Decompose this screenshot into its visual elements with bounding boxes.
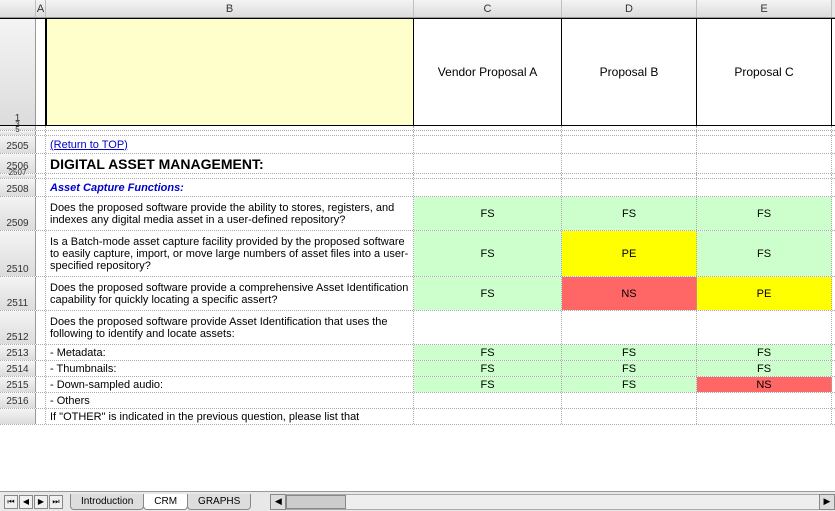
val-2513-c[interactable]: FS <box>414 345 562 360</box>
row-2510: 2510 Is a Batch-mode asset capture facil… <box>0 231 835 277</box>
question-2514[interactable]: - Thumbnails: <box>46 361 414 376</box>
tab-next-icon[interactable]: ▶ <box>34 495 48 509</box>
question-2511[interactable]: Does the proposed software provide a com… <box>46 277 414 310</box>
question-2512[interactable]: Does the proposed software provide Asset… <box>46 311 414 344</box>
row-2511: 2511 Does the proposed software provide … <box>0 277 835 311</box>
col-header-a[interactable]: A <box>36 0 46 17</box>
row-2515: 2515 - Down-sampled audio: FS FS NS <box>0 377 835 393</box>
cell-b1[interactable] <box>46 19 414 125</box>
select-all-corner[interactable] <box>0 0 36 17</box>
row-header-2511[interactable]: 2511 <box>0 277 36 310</box>
question-2516[interactable]: - Others <box>46 393 414 408</box>
val-2515-e[interactable]: NS <box>697 377 832 392</box>
tab-prev-icon[interactable]: ◀ <box>19 495 33 509</box>
header-row: 1 Vendor Proposal A Proposal B Proposal … <box>0 18 835 126</box>
row-header-2507[interactable]: 2507 <box>0 174 36 178</box>
row-header-2509[interactable]: 2509 <box>0 197 36 230</box>
tab-last-icon[interactable]: ⏭ <box>49 495 63 509</box>
tab-graphs[interactable]: GRAPHS <box>187 494 251 510</box>
val-2510-d[interactable]: PE <box>562 231 697 276</box>
tab-first-icon[interactable]: ⏮ <box>4 495 18 509</box>
val-2514-d[interactable]: FS <box>562 361 697 376</box>
val-2511-d[interactable]: NS <box>562 277 697 310</box>
tab-nav: ⏮ ◀ ▶ ⏭ <box>0 495 64 509</box>
horizontal-scrollbar[interactable]: ◀ ▶ <box>270 494 835 510</box>
val-2514-e[interactable]: FS <box>697 361 832 376</box>
question-2509[interactable]: Does the proposed software provide the a… <box>46 197 414 230</box>
tab-crm[interactable]: CRM <box>143 494 188 510</box>
column-headers: A B C D E <box>0 0 835 18</box>
row-header-2515[interactable]: 2515 <box>0 377 36 392</box>
row-2513: 2513 - Metadata: FS FS FS <box>0 345 835 361</box>
row-2506: 2506 DIGITAL ASSET MANAGEMENT: <box>0 154 835 174</box>
col-header-e[interactable]: E <box>697 0 832 17</box>
row-header-2512[interactable]: 2512 <box>0 311 36 344</box>
val-2514-c[interactable]: FS <box>414 361 562 376</box>
cell-e1[interactable]: Proposal C <box>697 19 832 125</box>
section-title[interactable]: DIGITAL ASSET MANAGEMENT: <box>46 154 414 173</box>
return-to-top-cell[interactable]: (Return to TOP) <box>46 136 414 153</box>
row-header-5[interactable]: 5 <box>0 131 36 135</box>
row-2516: 2516 - Others <box>0 393 835 409</box>
cell-c1[interactable]: Vendor Proposal A <box>414 19 562 125</box>
return-to-top-link[interactable]: (Return to TOP) <box>50 139 128 151</box>
question-2515[interactable]: - Down-sampled audio: <box>46 377 414 392</box>
question-2517[interactable]: If "OTHER" is indicated in the previous … <box>46 409 414 424</box>
question-2513[interactable]: - Metadata: <box>46 345 414 360</box>
row-2505: 2505 (Return to TOP) <box>0 136 835 154</box>
row-header-2517[interactable] <box>0 409 36 424</box>
col-header-b[interactable]: B <box>46 0 414 17</box>
row-header-2510[interactable]: 2510 <box>0 231 36 276</box>
val-2515-d[interactable]: FS <box>562 377 697 392</box>
grid: 1 Vendor Proposal A Proposal B Proposal … <box>0 18 835 425</box>
question-2510[interactable]: Is a Batch-mode asset capture facility p… <box>46 231 414 276</box>
val-2509-c[interactable]: FS <box>414 197 562 230</box>
val-2513-d[interactable]: FS <box>562 345 697 360</box>
scroll-thumb[interactable] <box>286 495 346 509</box>
scroll-track[interactable] <box>286 494 819 510</box>
cell-a1[interactable] <box>36 19 46 125</box>
tab-introduction[interactable]: Introduction <box>70 494 144 510</box>
col-header-c[interactable]: C <box>414 0 562 17</box>
val-2511-c[interactable]: FS <box>414 277 562 310</box>
tab-bar: ⏮ ◀ ▶ ⏭ Introduction CRM GRAPHS ◀ ▶ <box>0 491 835 511</box>
row-header-2516[interactable]: 2516 <box>0 393 36 408</box>
val-2515-c[interactable]: FS <box>414 377 562 392</box>
val-2509-e[interactable]: FS <box>697 197 832 230</box>
cell-d1[interactable]: Proposal B <box>562 19 697 125</box>
row-2508: 2508 Asset Capture Functions: <box>0 179 835 197</box>
col-header-d[interactable]: D <box>562 0 697 17</box>
row-header-2508[interactable]: 2508 <box>0 179 36 196</box>
row-2517: If "OTHER" is indicated in the previous … <box>0 409 835 425</box>
row-2514: 2514 - Thumbnails: FS FS FS <box>0 361 835 377</box>
scroll-left-icon[interactable]: ◀ <box>270 494 286 510</box>
scroll-right-icon[interactable]: ▶ <box>819 494 835 510</box>
val-2511-e[interactable]: PE <box>697 277 832 310</box>
val-2513-e[interactable]: FS <box>697 345 832 360</box>
row-header-2505[interactable]: 2505 <box>0 136 36 153</box>
row-header-2514[interactable]: 2514 <box>0 361 36 376</box>
row-header-2513[interactable]: 2513 <box>0 345 36 360</box>
sheet-tabs: Introduction CRM GRAPHS <box>70 494 250 510</box>
val-2510-c[interactable]: FS <box>414 231 562 276</box>
spreadsheet: A B C D E 1 Vendor Proposal A Proposal B… <box>0 0 835 511</box>
val-2509-d[interactable]: FS <box>562 197 697 230</box>
row-header-1[interactable]: 1 <box>0 19 36 125</box>
row-2509: 2509 Does the proposed software provide … <box>0 197 835 231</box>
row-2512: 2512 Does the proposed software provide … <box>0 311 835 345</box>
subsection-title[interactable]: Asset Capture Functions: <box>46 179 414 196</box>
val-2510-e[interactable]: FS <box>697 231 832 276</box>
